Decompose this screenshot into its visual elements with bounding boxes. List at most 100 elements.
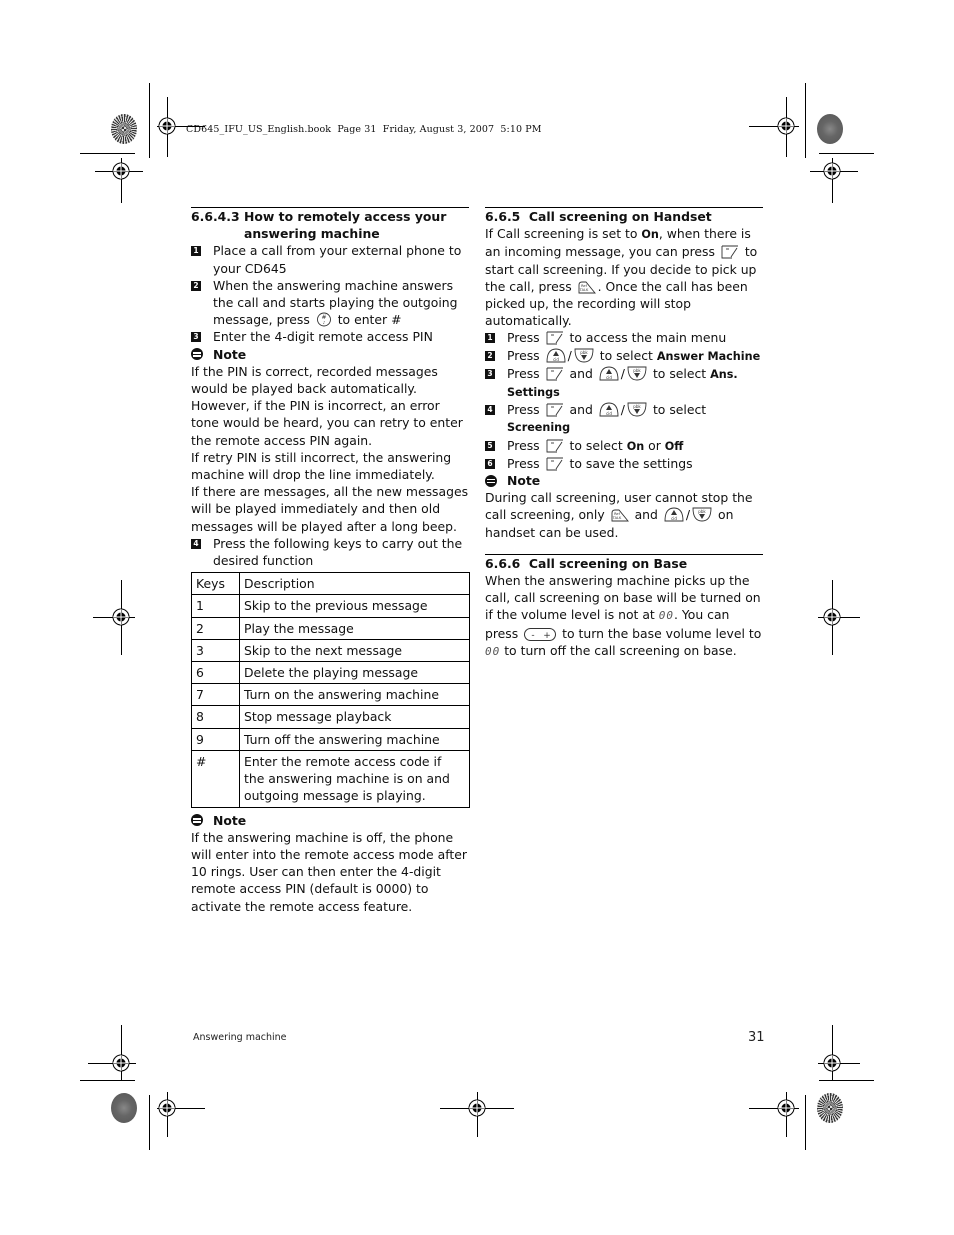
up-cid-key-icon: cid (599, 366, 619, 381)
bold-term: On (641, 228, 659, 242)
step-text: Press the following keys to carry out th… (213, 535, 463, 569)
up-cid-key-icon: cid (664, 508, 684, 522)
key-cell: 9 (191, 727, 240, 751)
description-cell: Turn on the answering machine (239, 683, 470, 707)
table-row: # Enter the remote access code if the ans… (191, 749, 470, 808)
text: to select (599, 347, 653, 363)
text: Press (507, 402, 540, 418)
crop-mark (805, 83, 806, 158)
talk-key-glyph: RefTALK (578, 281, 596, 294)
footer-section-name: Answering machine (193, 1032, 287, 1043)
svg-text:TALK: TALK (611, 516, 621, 520)
svg-text:TALK: TALK (578, 288, 588, 292)
table-header-row: Keys Description (191, 572, 470, 596)
intro-paragraph: If Call screening is set to On, when the… (485, 225, 763, 329)
body-paragraph: When the answering machine picks up the … (485, 572, 763, 660)
note-icon (485, 474, 497, 487)
text: Press (507, 330, 540, 346)
table-row: 7 Turn on the answering machine (191, 683, 470, 707)
left-column: 6.6.4.3 How to remotely access your answ… (191, 207, 470, 915)
text: to select (569, 437, 623, 453)
text: and (569, 365, 593, 381)
text: Press (507, 437, 540, 453)
table-row: 3 Skip to the next message (191, 638, 470, 663)
note-heading: Note (191, 812, 469, 829)
text: Press (507, 347, 540, 363)
color-rosette-top-left (111, 114, 137, 144)
text: If Call screening is set to (485, 226, 642, 242)
text: or (648, 437, 661, 453)
step-item: 4 Press and cid / pbk to select Screening (485, 401, 763, 436)
up-down-key-icon: cid / pbk (662, 507, 714, 522)
menu-key-icon (546, 367, 563, 381)
step-text: Press and cid / pbk to select Ans. Setting… (507, 365, 738, 400)
crop-mark (819, 153, 874, 154)
key-cell: # (191, 749, 240, 808)
text: Press (507, 365, 540, 381)
description-cell: Turn off the answering machine (239, 727, 470, 751)
lcd-digits: 00 (485, 644, 501, 658)
description-cell: Skip to the previous message (239, 594, 470, 618)
step-number-badge: 1 (191, 246, 201, 257)
table-row: 6 Delete the playing message (191, 661, 470, 685)
svg-text:♪: ♪ (322, 320, 325, 325)
registration-mark-icon (775, 115, 797, 137)
bold-term: Answer Machine (656, 349, 761, 363)
text: Press (507, 455, 540, 471)
key-cell: 3 (191, 638, 240, 663)
note-paragraph: During call screening, user cannot stop … (485, 489, 763, 541)
svg-text:cid: cid (671, 516, 677, 521)
page-number: 31 (748, 1030, 765, 1045)
table-row: 1 Skip to the previous message (191, 594, 470, 618)
down-pbk-key-icon: pbk (692, 508, 712, 522)
remote-keys-table: Keys Description 1 Skip to the previous m… (191, 572, 470, 808)
crop-mark (805, 1095, 806, 1150)
svg-text:pbk: pbk (698, 509, 706, 514)
text: to turn off the call screening on base. (504, 642, 737, 658)
menu-key-icon (721, 245, 738, 259)
svg-text:cid: cid (606, 411, 612, 416)
step-number-badge: 3 (485, 368, 495, 379)
note-label: Note (213, 812, 247, 828)
step-item: 3 Enter the 4-digit remote access PIN (191, 328, 469, 345)
section-heading-6-6-6: 6.6.6 Call screening on Base (485, 555, 763, 572)
step-text: Press to save the settings (507, 455, 763, 472)
step-text: Place a call from your external phone to… (213, 243, 462, 276)
registration-mark-icon (156, 1097, 178, 1119)
note-icon (191, 348, 203, 361)
registration-mark-icon (466, 1097, 488, 1119)
step-item: 2 Press cid / pbk to select Answer Machine (485, 347, 763, 365)
right-column: 6.6.5 Call screening on Handset If Call … (485, 207, 763, 660)
table-row: 8 Stop message playback (191, 705, 470, 729)
bold-term: Off (664, 439, 684, 453)
svg-text:-: - (532, 630, 535, 640)
print-slug: CD645_IFU_US_English.book Page 31 Friday… (186, 124, 542, 135)
step-item: 5 Press to select On or Off (485, 437, 763, 455)
step-text: Press cid / pbk to select Answer Machine (507, 347, 761, 363)
svg-text:cid: cid (553, 357, 559, 362)
key-cell: 7 (191, 683, 240, 707)
description-cell: Play the message (239, 616, 470, 640)
step-number-badge: 5 (485, 440, 495, 451)
note-paragraph: However, if the PIN is incorrect, an err… (191, 398, 463, 448)
description-cell: Delete the playing message (239, 661, 470, 685)
section-heading-6-6-4-3: 6.6.4.3 How to remotely access your answ… (191, 208, 469, 242)
menu-key-icon (546, 439, 563, 453)
description-cell: Stop message playback (239, 705, 470, 729)
step-number-badge: 1 (485, 333, 495, 344)
text: to save the settings (569, 455, 693, 471)
text: to turn the base volume level to (562, 625, 762, 641)
note-icon (191, 814, 203, 827)
svg-text:cid: cid (606, 375, 612, 380)
table-row: 9 Turn off the answering machine (191, 727, 470, 751)
section-number: 6.6.5 (485, 209, 521, 224)
table-header-cell: Description (239, 572, 470, 596)
registration-mark-icon (110, 1052, 132, 1074)
step-item: 3 Press and cid / pbk to select Ans. Settin… (485, 365, 763, 401)
section-title: Call screening on Base (528, 555, 688, 571)
up-cid-key-icon: cid (546, 348, 566, 363)
menu-key-icon (546, 403, 563, 417)
crop-mark (149, 1095, 150, 1150)
svg-text:pbk: pbk (633, 368, 641, 373)
color-rosette-top-right (817, 114, 843, 144)
